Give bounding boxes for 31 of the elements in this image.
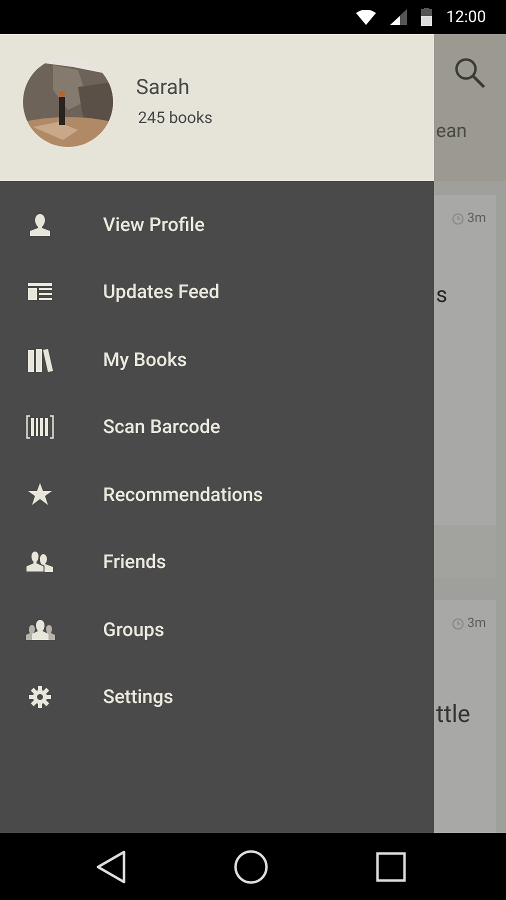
list-icon [27, 283, 53, 302]
menu-item[interactable]: Groups [0, 596, 434, 664]
group-icon [26, 620, 54, 640]
star-icon [28, 483, 52, 506]
book-count: 245 books [137, 108, 213, 128]
clock-time: 12:00 [446, 6, 486, 28]
card-text: s [435, 282, 448, 310]
wifi-icon [356, 10, 376, 24]
time-ago: 3m [467, 615, 486, 633]
menu-item[interactable]: Scan Barcode [0, 394, 434, 461]
barcode-icon [26, 415, 54, 440]
recent-apps-icon[interactable] [376, 852, 406, 882]
back-icon[interactable] [96, 850, 126, 884]
person-icon [28, 214, 52, 236]
home-icon[interactable] [234, 850, 268, 884]
people-icon [26, 551, 54, 574]
clock-icon [452, 212, 464, 225]
battery-icon [421, 8, 432, 26]
menu-item[interactable]: Settings [0, 664, 434, 731]
menu-item[interactable]: Updates Feed [0, 258, 434, 326]
time-ago: 3m [467, 210, 486, 228]
signal-icon [390, 9, 408, 25]
menu-item[interactable]: Friends [0, 528, 434, 596]
search-icon[interactable] [454, 57, 486, 89]
menu-item[interactable]: Recommendations [0, 461, 434, 528]
books-icon [27, 348, 53, 372]
clock-icon [452, 618, 464, 630]
menu-item[interactable]: My Books [0, 326, 434, 394]
card-text: ttle [435, 698, 472, 730]
user-name: Sarah [136, 76, 191, 100]
menu-item[interactable]: View Profile [0, 191, 434, 258]
